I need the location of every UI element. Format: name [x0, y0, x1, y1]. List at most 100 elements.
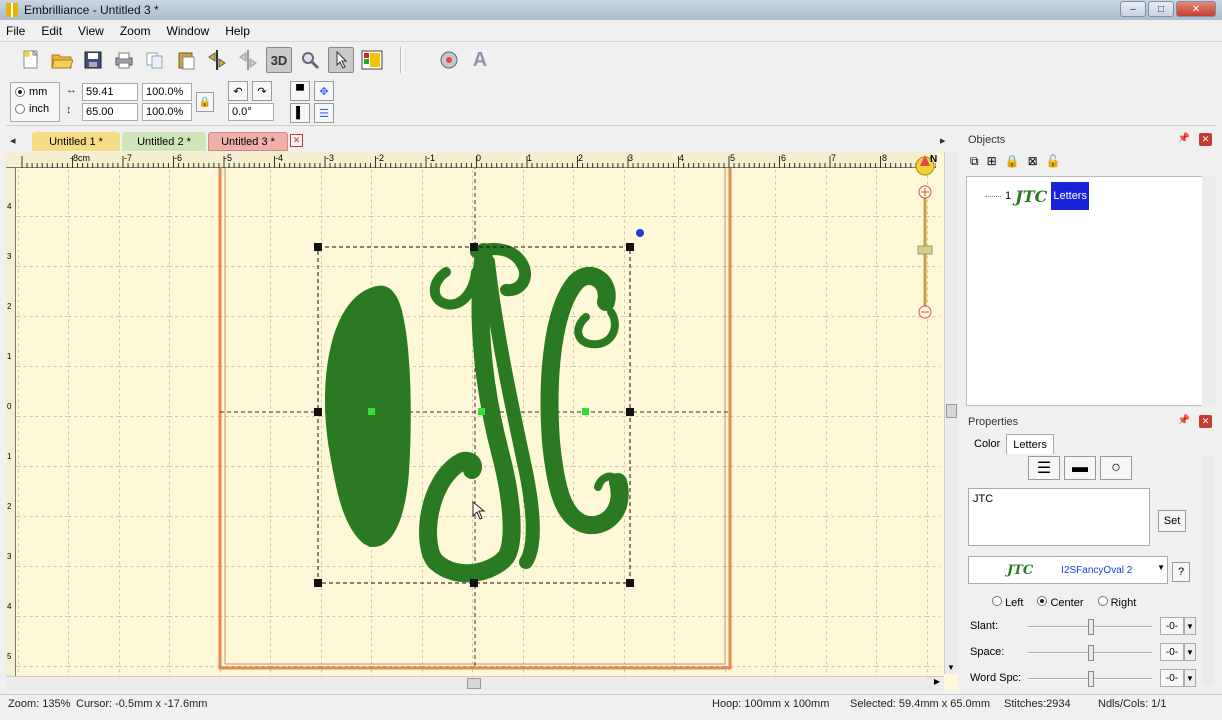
objects-list: 1 JTC Letters [966, 176, 1214, 406]
menu-edit[interactable]: Edit [41, 24, 62, 38]
center-icon[interactable]: ✥ [314, 81, 334, 101]
tab-scroll-left-icon[interactable]: ◂ [10, 134, 16, 147]
menu-view[interactable]: View [78, 24, 104, 38]
align-right-label: Right [1110, 597, 1137, 609]
tab-scroll-right-icon[interactable]: ▸ [940, 134, 946, 147]
unit-inch-radio[interactable] [15, 103, 25, 114]
tab-untitled-1[interactable]: Untitled 1 * [32, 132, 120, 151]
slant-dropdown-icon[interactable]: ▼ [1184, 617, 1196, 635]
unlock-icon[interactable]: 🔓 [1046, 154, 1061, 168]
word-spacing-value[interactable]: -0- [1160, 669, 1184, 687]
color-palette-icon[interactable] [359, 47, 385, 73]
close-panel-icon[interactable]: ✕ [1199, 415, 1212, 428]
align-top-icon[interactable]: ▀ [290, 81, 310, 101]
menu-help[interactable]: Help [225, 24, 250, 38]
properties-panel: Properties 📌 ✕ Color Letters ☰ ▬ ○ JTC S… [964, 412, 1216, 692]
zoom-slider[interactable] [910, 152, 940, 332]
slant-slider-thumb[interactable] [1088, 619, 1094, 635]
menu-zoom[interactable]: Zoom [120, 24, 151, 38]
minimize-button[interactable]: – [1120, 1, 1146, 17]
pin-icon[interactable]: 📌 [1178, 133, 1190, 144]
design-canvas[interactable]: -8cm -7 -6 -5 -4 -3 -2 -1 0 1 2 3 4 5 6 … [6, 152, 958, 690]
maximize-button[interactable]: □ [1148, 1, 1174, 17]
slant-value[interactable]: -0- [1160, 617, 1184, 635]
scroll-right-icon[interactable]: ▶ [934, 677, 940, 686]
horizontal-scrollbar[interactable]: ▶ [6, 676, 944, 690]
rotate-right-icon[interactable]: ↷ [252, 81, 272, 101]
tab-color[interactable]: Color [968, 434, 1006, 454]
unit-mm-radio[interactable] [15, 86, 25, 97]
font-selector[interactable]: JTC I2SFancyOval 2 ▼ [968, 556, 1168, 584]
close-button[interactable]: ✕ [1176, 1, 1216, 17]
window-title: Embrilliance - Untitled 3 * [24, 3, 159, 17]
word-spacing-dropdown-icon[interactable]: ▼ [1184, 669, 1196, 687]
straight-line-shape-icon[interactable]: ▬ [1064, 456, 1096, 480]
properties-scrollbar[interactable] [1202, 456, 1214, 686]
set-button[interactable]: Set [1158, 510, 1186, 532]
objects-scrollbar[interactable] [1202, 176, 1216, 406]
ungroup-icon[interactable]: ⊞ [987, 154, 997, 168]
3d-view-button[interactable]: 3D [266, 47, 292, 73]
scroll-down-icon[interactable]: ▼ [947, 663, 955, 672]
list-item[interactable]: 1 JTC Letters [985, 181, 1089, 211]
vertical-scrollbar[interactable]: ▼ [944, 152, 958, 674]
menu-file[interactable]: File [6, 24, 25, 38]
rotate-left-icon[interactable]: ↶ [228, 81, 248, 101]
circle-shape-icon[interactable]: ○ [1100, 456, 1132, 480]
delete-object-icon[interactable]: ⊠ [1028, 154, 1038, 168]
pin-icon[interactable]: 📌 [1178, 415, 1190, 426]
align-center-option[interactable]: Center [1037, 596, 1084, 609]
multiline-shape-icon[interactable]: ☰ [1028, 456, 1060, 480]
vertical-scroll-thumb[interactable] [946, 404, 957, 418]
copy-icon[interactable] [142, 47, 168, 73]
mirror-vertical-icon[interactable] [235, 47, 261, 73]
main-toolbar: 3D A [0, 42, 1222, 78]
close-panel-icon[interactable]: ✕ [1199, 133, 1212, 146]
height-percent-field[interactable]: 100.0% [142, 103, 192, 121]
word-spacing-slider-thumb[interactable] [1088, 671, 1094, 687]
letters-text-input[interactable]: JTC [968, 488, 1150, 546]
help-button[interactable]: ? [1172, 562, 1190, 582]
new-file-icon[interactable] [18, 47, 44, 73]
objects-panel-title: Objects [968, 134, 1006, 146]
horizontal-scroll-thumb[interactable] [467, 678, 481, 689]
open-folder-icon[interactable] [49, 47, 75, 73]
magnify-icon[interactable] [297, 47, 323, 73]
alignment-options: Left Center Right [992, 596, 1136, 609]
tab-letters[interactable]: Letters [1006, 434, 1054, 454]
save-icon[interactable] [80, 47, 106, 73]
unit-mm-option[interactable]: mm [15, 83, 59, 100]
align-left-icon[interactable]: ▌ [290, 103, 310, 123]
paste-icon[interactable] [173, 47, 199, 73]
space-slider-thumb[interactable] [1088, 645, 1094, 661]
align-left-option[interactable]: Left [992, 596, 1023, 609]
tab-untitled-2[interactable]: Untitled 2 * [122, 132, 206, 151]
rotation-field[interactable]: 0.0° [228, 103, 274, 121]
align-right-radio[interactable] [1097, 596, 1108, 606]
mirror-horizontal-icon[interactable] [204, 47, 230, 73]
height-field[interactable]: 65.00 [82, 103, 138, 121]
space-value[interactable]: -0- [1160, 643, 1184, 661]
align-center-radio[interactable] [1037, 596, 1048, 606]
close-tab-icon[interactable]: ✕ [290, 134, 303, 147]
width-field[interactable]: 59.41 [82, 83, 138, 101]
selected-status: Selected: 59.4mm x 65.0mm [850, 698, 991, 710]
lock-icon[interactable]: 🔒 [1005, 154, 1020, 168]
select-pointer-icon[interactable] [328, 47, 354, 73]
lettering-icon[interactable]: A [467, 47, 493, 73]
monogram-design[interactable] [6, 152, 958, 690]
tab-untitled-3[interactable]: Untitled 3 * [208, 132, 288, 151]
space-dropdown-icon[interactable]: ▼ [1184, 643, 1196, 661]
lock-aspect-icon[interactable]: 🔒 [196, 92, 214, 112]
group-icon[interactable]: ⧉ [970, 154, 979, 169]
align-left-radio[interactable] [992, 596, 1002, 606]
window-controls: – □ ✕ [1120, 1, 1216, 17]
align-right-option[interactable]: Right [1097, 596, 1137, 609]
unit-inch-option[interactable]: inch [15, 100, 59, 117]
width-percent-field[interactable]: 100.0% [142, 83, 192, 101]
chevron-down-icon[interactable]: ▼ [1157, 563, 1165, 572]
menu-window[interactable]: Window [167, 24, 210, 38]
print-icon[interactable] [111, 47, 137, 73]
distribute-icon[interactable]: ☰ [314, 103, 334, 123]
thread-spool-icon[interactable] [436, 47, 462, 73]
